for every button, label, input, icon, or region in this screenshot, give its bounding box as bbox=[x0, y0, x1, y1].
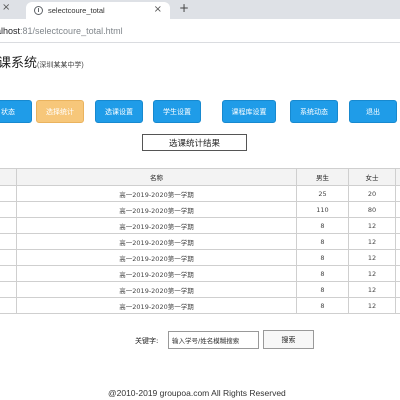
url-path: :81/selectcoure_total.html bbox=[20, 26, 123, 36]
stats-result-button[interactable]: 选课统计结果 bbox=[142, 134, 247, 151]
table-header-row: 名称 男生 女士 bbox=[0, 168, 400, 186]
cell-name: 高一2019-2020第一学期 bbox=[16, 217, 297, 234]
footer-copyright: @2010-2019 groupoa.com All Rights Reserv… bbox=[108, 388, 286, 398]
cell-name: 高一2019-2020第一学期 bbox=[16, 297, 297, 314]
column-header-female: 女士 bbox=[348, 168, 396, 186]
cell-male: 8 bbox=[296, 281, 349, 298]
close-icon[interactable]: × bbox=[2, 2, 10, 14]
search-button[interactable]: 搜索 bbox=[263, 330, 314, 349]
cell-female: 12 bbox=[348, 265, 396, 282]
cell-name: 高一2019-2020第一学期 bbox=[16, 201, 297, 218]
tab-title: selectcoure_total bbox=[48, 6, 105, 15]
new-tab-icon[interactable]: + bbox=[179, 2, 189, 15]
cell-female: 12 bbox=[348, 297, 396, 314]
cell-female: 12 bbox=[348, 233, 396, 250]
address-bar[interactable]: alhost:81/selectcoure_total.html bbox=[0, 19, 400, 43]
cell-male: 8 bbox=[296, 265, 349, 282]
table-row[interactable]: 高一2019-2020第一学期 8 12 bbox=[0, 233, 400, 250]
cell-name: 高一2019-2020第一学期 bbox=[16, 185, 297, 202]
cell-name: 高一2019-2020第一学期 bbox=[16, 281, 297, 298]
table-row[interactable]: 高一2019-2020第一学期 8 12 bbox=[0, 249, 400, 266]
nav-button-logout[interactable]: 退出 bbox=[349, 100, 397, 123]
cell-female: 12 bbox=[348, 217, 396, 234]
tab-close-icon[interactable]: × bbox=[154, 5, 162, 15]
page-subtitle: (深圳某某中学) bbox=[37, 62, 84, 69]
cell-name: 高一2019-2020第一学期 bbox=[16, 265, 297, 282]
table-row[interactable]: 高一2019-2020第一学期 8 12 bbox=[0, 217, 400, 234]
url-text[interactable]: alhost:81/selectcoure_total.html bbox=[0, 26, 123, 36]
search-label: 关键字: bbox=[135, 337, 159, 345]
column-header bbox=[395, 168, 400, 186]
cell-female: 12 bbox=[348, 249, 396, 266]
table-row[interactable]: 高一2019-2020第一学期 8 12 bbox=[0, 281, 400, 298]
browser-tab[interactable]: selectcoure_total × bbox=[26, 2, 170, 19]
column-header bbox=[0, 168, 17, 186]
browser-tab-bar: × selectcoure_total × + bbox=[0, 0, 400, 19]
nav-button-system-activity[interactable]: 系统动态 bbox=[290, 100, 338, 123]
cell-female: 80 bbox=[348, 201, 396, 218]
nav-button-course-library[interactable]: 课程库设置 bbox=[222, 100, 276, 123]
table-row[interactable]: 高一2019-2020第一学期 8 12 bbox=[0, 297, 400, 314]
table-row[interactable]: 高一2019-2020第一学期 8 12 bbox=[0, 265, 400, 282]
page-title: 课系统(深圳某某中学) bbox=[0, 52, 84, 71]
page-info-icon bbox=[34, 6, 43, 15]
column-header-male: 男生 bbox=[296, 168, 349, 186]
stats-table: 名称 男生 女士 高一2019-2020第一学期 25 20 高一2019-2020… bbox=[0, 168, 400, 314]
nav-button-selection-stats[interactable]: 选择统计 bbox=[36, 100, 84, 123]
cell-male: 8 bbox=[296, 297, 349, 314]
table-row[interactable]: 高一2019-2020第一学期 25 20 bbox=[0, 185, 400, 202]
cell-male: 8 bbox=[296, 249, 349, 266]
nav-button-status[interactable]: 状态 bbox=[0, 100, 32, 123]
nav-button-course-settings[interactable]: 选课设置 bbox=[95, 100, 143, 123]
url-host: alhost bbox=[0, 26, 21, 36]
cell-name: 高一2019-2020第一学期 bbox=[16, 249, 297, 266]
cell-male: 110 bbox=[296, 201, 349, 218]
cell-male: 25 bbox=[296, 185, 349, 202]
cell-male: 8 bbox=[296, 217, 349, 234]
nav-button-student-settings[interactable]: 学生设置 bbox=[153, 100, 201, 123]
search-input[interactable] bbox=[168, 331, 259, 349]
table-row[interactable]: 高一2019-2020第一学期 110 80 bbox=[0, 201, 400, 218]
cell-male: 8 bbox=[296, 233, 349, 250]
cell-name: 高一2019-2020第一学期 bbox=[16, 233, 297, 250]
column-header-name: 名称 bbox=[16, 168, 297, 186]
cell-female: 12 bbox=[348, 281, 396, 298]
cell-female: 20 bbox=[348, 185, 396, 202]
page-title-text: 课系统 bbox=[0, 55, 38, 70]
